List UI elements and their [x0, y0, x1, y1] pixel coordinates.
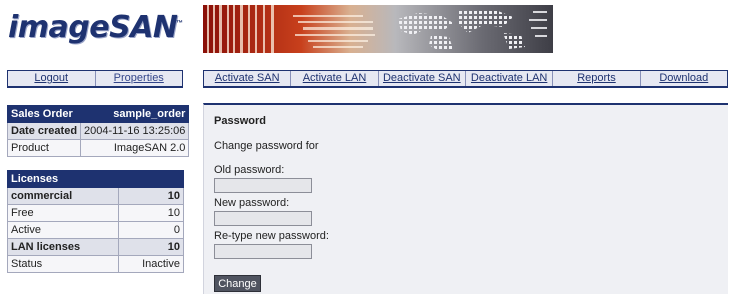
free-value: 10	[117, 204, 185, 222]
licenses-header-row: Licenses	[7, 170, 184, 188]
table-row: Active 0	[7, 221, 185, 239]
product-row: Product ImageSAN 2.0	[6, 139, 190, 157]
logout-link[interactable]: Logout	[8, 71, 96, 86]
change-password-button[interactable]: Change	[214, 275, 261, 292]
logo-wordmark: imageSAN	[8, 10, 178, 45]
new-password-field[interactable]	[214, 211, 312, 226]
nav-download[interactable]: Download	[641, 71, 727, 86]
sales-order-header-row: Sales Order sample_order	[6, 105, 190, 123]
table-row: Free 10	[7, 204, 185, 222]
date-created-label: Date created	[6, 122, 82, 140]
free-label: Free	[7, 204, 119, 222]
old-password-field[interactable]	[214, 178, 312, 193]
active-label: Active	[7, 221, 119, 239]
licenses-table: Licenses commercial 10 Free 10 Active 0 …	[7, 170, 185, 273]
commercial-value: 10	[117, 187, 185, 205]
new-password-label: New password:	[214, 197, 290, 209]
date-created-row: Date created 2004-11-16 13:25:06	[6, 122, 190, 140]
nav-activate-san[interactable]: Activate SAN	[204, 71, 292, 86]
table-row: Status Inactive	[7, 255, 185, 273]
old-password-label: Old password:	[214, 164, 285, 176]
account-nav: Logout Properties	[7, 70, 183, 88]
retype-password-label: Re-type new password:	[214, 230, 329, 242]
logo-trademark: ™	[176, 20, 183, 27]
commercial-label: commercial	[7, 187, 119, 205]
nav-deactivate-lan[interactable]: Deactivate LAN	[466, 71, 554, 86]
table-row: commercial 10	[7, 187, 185, 205]
logo: imageSAN ™	[8, 10, 183, 54]
product-value: ImageSAN 2.0	[80, 139, 190, 157]
panel-title: Password	[214, 115, 266, 127]
password-panel: Password Change password for Old passwor…	[203, 103, 728, 294]
sales-order-label: Sales Order	[6, 105, 82, 123]
lan-licenses-label: LAN licenses	[7, 238, 119, 256]
product-label: Product	[6, 139, 82, 157]
active-value: 0	[117, 221, 185, 239]
table-row: LAN licenses 10	[7, 238, 185, 256]
lan-licenses-value: 10	[117, 238, 185, 256]
nav-deactivate-san[interactable]: Deactivate SAN	[379, 71, 466, 86]
nav-activate-lan[interactable]: Activate LAN	[291, 71, 379, 86]
banner-graphic	[203, 5, 553, 53]
date-created-value: 2004-11-16 13:25:06	[80, 122, 190, 140]
main-nav: Activate SAN Activate LAN Deactivate SAN…	[203, 70, 728, 88]
nav-reports[interactable]: Reports	[553, 71, 641, 86]
change-password-subtitle: Change password for	[214, 140, 319, 152]
sales-order-value: sample_order	[80, 105, 190, 123]
licenses-header: Licenses	[7, 170, 184, 188]
header-banner	[203, 5, 553, 53]
retype-password-field[interactable]	[214, 244, 312, 259]
status-label: Status	[7, 255, 119, 273]
status-value: Inactive	[117, 255, 185, 273]
properties-link[interactable]: Properties	[96, 71, 183, 86]
sales-order-table: Sales Order sample_order Date created 20…	[6, 105, 190, 157]
